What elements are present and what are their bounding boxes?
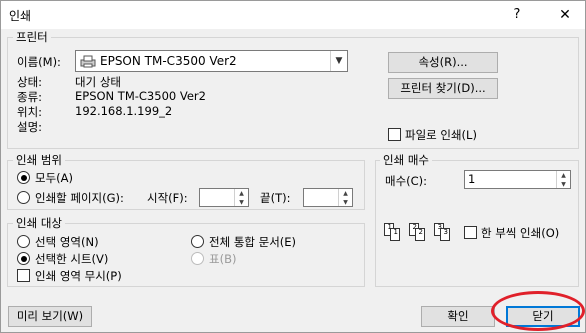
preview-button-label: 미리 보기(W) (16, 309, 84, 323)
selection-label[interactable]: 선택 영역(N) (35, 234, 99, 250)
location-label: 위치: (17, 105, 43, 119)
chevron-down-icon[interactable]: ▼ (330, 51, 347, 71)
spin-down-icon[interactable]: ▼ (235, 198, 248, 207)
print-range-group-label: 인쇄 범위 (13, 153, 65, 167)
page-range-radio[interactable] (17, 191, 30, 204)
collate-page-icon: 3 (440, 228, 450, 241)
copies-count-input[interactable]: 1 ▲ ▼ (464, 170, 571, 189)
help-icon: ? (513, 7, 521, 22)
print-what-group-label: 인쇄 대상 (13, 216, 65, 230)
page-range-label[interactable]: 인쇄할 페이지(G): (35, 190, 124, 206)
printer-name-value: EPSON TM-C3500 Ver2 (100, 54, 237, 68)
spin-up-icon[interactable]: ▲ (235, 189, 248, 198)
spin-up-icon[interactable]: ▲ (557, 171, 570, 180)
collate-checkbox[interactable] (464, 226, 477, 239)
entire-workbook-radio[interactable] (191, 235, 204, 248)
dialog-title: 인쇄 (9, 9, 32, 23)
active-sheets-radio[interactable] (17, 252, 30, 265)
start-page-spinner[interactable]: ▲ ▼ (234, 189, 248, 206)
spin-up-icon[interactable]: ▲ (339, 189, 352, 198)
collate-label[interactable]: 한 부씩 인쇄(O) (481, 225, 559, 241)
copies-count-label: 매수(C): (385, 174, 428, 188)
close-button-label: 닫기 (532, 309, 554, 323)
print-dialog: 인쇄 ? ✕ 프린터 이름(M): EPSON TM-C3500 Ver2 ▼ … (0, 0, 586, 333)
all-pages-label[interactable]: 모두(A) (35, 170, 73, 186)
selection-radio[interactable] (17, 235, 30, 248)
copies-count-value: 1 (468, 172, 476, 186)
copies-group-label: 인쇄 매수 (380, 153, 432, 167)
entire-workbook-label[interactable]: 전체 통합 문서(E) (209, 234, 296, 250)
close-button[interactable]: 닫기 (506, 306, 580, 327)
collate-page-icon: 1 (390, 228, 400, 241)
location-value: 192.168.1.199_2 (75, 104, 173, 118)
status-label: 상태: (17, 75, 43, 89)
printer-name-select[interactable]: EPSON TM-C3500 Ver2 ▼ (75, 50, 348, 72)
ignore-print-areas-label[interactable]: 인쇄 영역 무시(P) (35, 268, 122, 284)
end-page-label: 끝(T): (260, 191, 291, 205)
ok-button-label: 확인 (447, 309, 469, 323)
start-page-label: 시작(F): (147, 191, 188, 205)
find-printer-button-label: 프린터 찾기(D)... (400, 81, 486, 95)
printer-group-label: 프린터 (13, 30, 51, 44)
find-printer-button[interactable]: 프린터 찾기(D)... (388, 78, 498, 99)
ok-button[interactable]: 확인 (421, 306, 495, 327)
start-page-input[interactable]: ▲ ▼ (199, 188, 249, 207)
type-value: EPSON TM-C3500 Ver2 (75, 89, 206, 103)
print-to-file-checkbox[interactable] (388, 128, 401, 141)
printer-name-label: 이름(M): (17, 55, 61, 69)
status-value: 대기 상태 (75, 75, 121, 89)
comment-label: 설명: (17, 120, 43, 134)
active-sheets-label[interactable]: 선택한 시트(V) (35, 251, 108, 267)
copies-count-spinner[interactable]: ▲ ▼ (556, 171, 570, 188)
table-radio (191, 252, 204, 265)
collate-page-icon: 2 (415, 228, 425, 241)
title-bar: 인쇄 ? ✕ (1, 1, 585, 29)
end-page-spinner[interactable]: ▲ ▼ (338, 189, 352, 206)
type-label: 종류: (17, 90, 43, 104)
close-icon: ✕ (559, 7, 571, 23)
close-window-button[interactable]: ✕ (553, 4, 577, 26)
print-to-file-label[interactable]: 파일로 인쇄(L) (405, 127, 477, 143)
spin-down-icon[interactable]: ▼ (557, 180, 570, 189)
printer-icon (80, 55, 96, 71)
table-label: 표(B) (209, 252, 237, 266)
all-pages-radio[interactable] (17, 171, 30, 184)
end-page-input[interactable]: ▲ ▼ (303, 188, 353, 207)
collate-icon: 1 1 2 2 3 3 (384, 223, 459, 247)
help-button[interactable]: ? (505, 4, 529, 26)
spin-down-icon[interactable]: ▼ (339, 198, 352, 207)
preview-button[interactable]: 미리 보기(W) (8, 306, 92, 327)
properties-button-label: 속성(R)... (418, 55, 468, 69)
properties-button[interactable]: 속성(R)... (388, 52, 498, 73)
ignore-print-areas-checkbox[interactable] (17, 269, 30, 282)
